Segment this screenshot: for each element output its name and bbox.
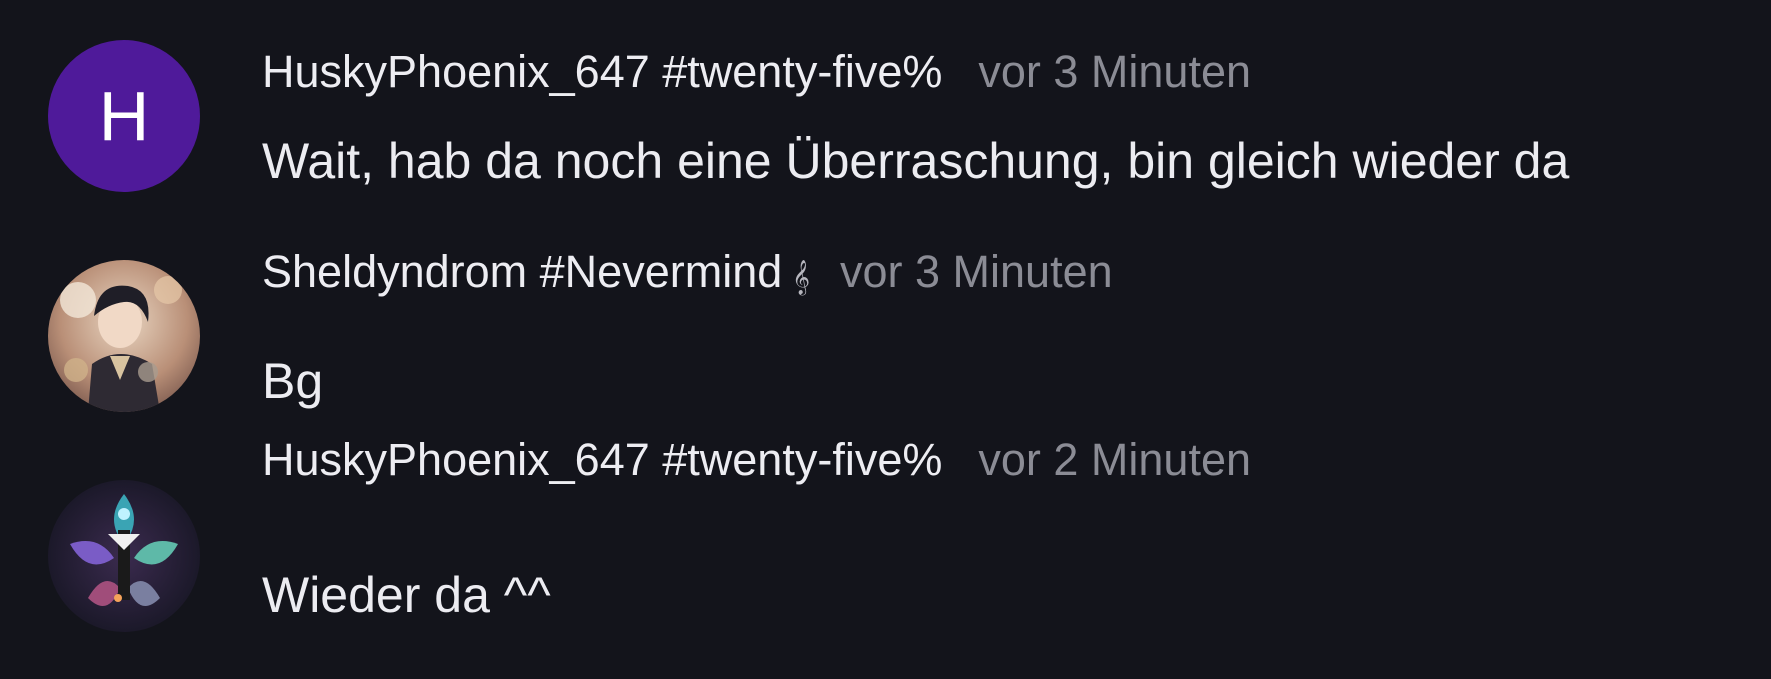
message-text: Bg	[262, 353, 324, 409]
avatar-letter: H	[98, 77, 150, 155]
timestamp: vor 3 Minuten	[839, 246, 1113, 297]
timestamp: vor 2 Minuten	[978, 434, 1252, 485]
treble-clef-icon: 𝄞	[792, 261, 810, 294]
message-header: HuskyPhoenix_647 #twenty-five% vor 3 Min…	[262, 46, 1251, 100]
timestamp: vor 3 Minuten	[978, 46, 1252, 97]
message-header: Sheldyndrom #Nevermind 𝄞 vor 3 Minuten	[262, 246, 1113, 300]
message-text: Wait, hab da noch eine Überraschung, bin…	[262, 133, 1570, 189]
username[interactable]: HuskyPhoenix_647 #twenty-five%	[262, 46, 942, 98]
message-text: Wieder da ^^	[262, 567, 551, 623]
chat-message: Sheldyndrom #Nevermind 𝄞 vor 3 Minuten B…	[0, 220, 1771, 420]
chat-message: HuskyPhoenix_647 #twenty-five% vor 2 Min…	[0, 434, 1771, 640]
chat-message: H HuskyPhoenix_647 #twenty-five% vor 3 M…	[0, 0, 1771, 200]
chat-message-list: H HuskyPhoenix_647 #twenty-five% vor 3 M…	[0, 0, 1771, 679]
username[interactable]: Sheldyndrom #Nevermind	[262, 246, 782, 298]
user-avatar[interactable]	[48, 260, 200, 412]
emblem-avatar-icon	[48, 480, 200, 632]
anime-character-avatar-icon	[48, 260, 200, 412]
user-avatar[interactable]: H	[48, 40, 200, 192]
user-avatar[interactable]	[48, 480, 200, 632]
message-header: HuskyPhoenix_647 #twenty-five% vor 2 Min…	[262, 434, 1251, 488]
username[interactable]: HuskyPhoenix_647 #twenty-five%	[262, 434, 942, 486]
